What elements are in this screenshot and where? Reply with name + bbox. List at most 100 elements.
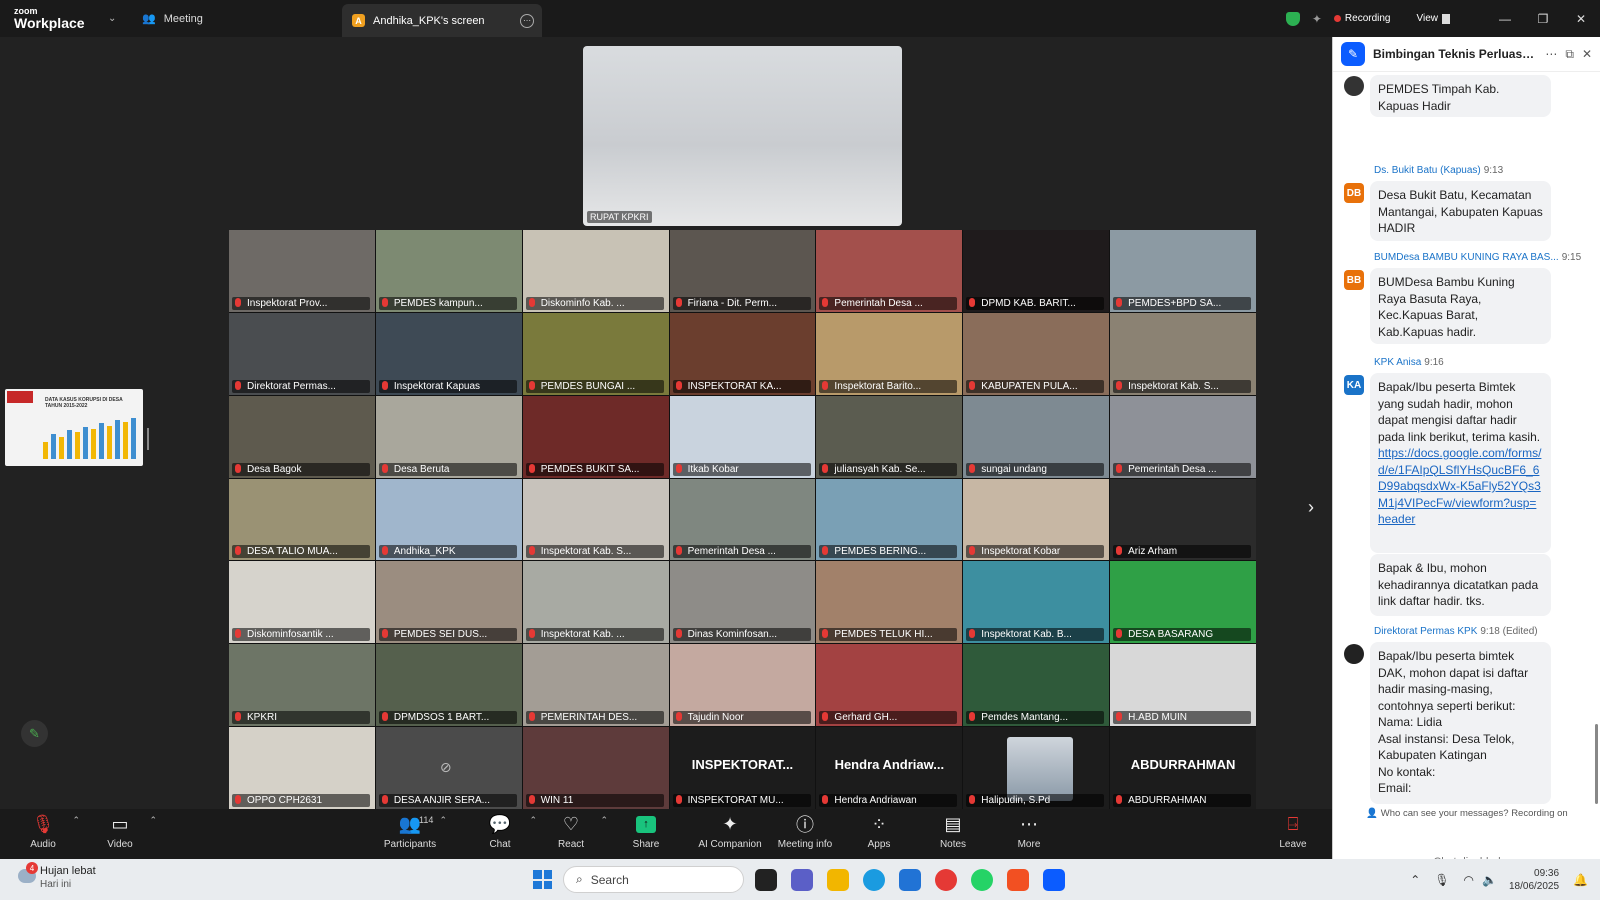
participant-tile[interactable]: Halipudin, S.Pd (963, 727, 1110, 809)
participant-tile[interactable]: Pemdes Mantang... (963, 644, 1110, 727)
ai-sparkle-icon[interactable]: ✦ (1312, 12, 1322, 26)
active-speaker-video[interactable]: RUPAT KPKRI (583, 46, 902, 226)
participant-tile[interactable]: Tajudin Noor (669, 644, 816, 727)
participant-tile[interactable]: Desa Bagok (229, 395, 375, 478)
participant-tile[interactable]: Andhika_KPK (375, 478, 522, 561)
participant-tile[interactable]: Hendra Andriaw... Hendra Andriawan (816, 727, 963, 809)
chat-edit-icon[interactable]: ✎ (1341, 42, 1365, 66)
participant-tile[interactable]: Inspektorat Prov... (229, 230, 375, 312)
participant-tile[interactable]: Itkab Kobar (669, 395, 816, 478)
participant-tile[interactable]: Inspektorat Kab. S... (1110, 312, 1256, 395)
participant-tile[interactable]: Direktorat Permas... (229, 312, 375, 395)
chevron-down-icon[interactable]: ⌄ (108, 13, 132, 24)
participant-tile[interactable]: PEMDES BUNGAI ... (522, 312, 669, 395)
chat-button[interactable]: 💬 Chat ⌃ (465, 809, 537, 851)
taskbar-search[interactable]: ⌕ Search (563, 866, 744, 893)
speaker-icon[interactable]: 🔈 (1482, 873, 1497, 887)
attendance-form-link[interactable]: https://docs.google.com/forms/d/e/1FAIpQ… (1378, 446, 1541, 526)
participant-tile[interactable]: PEMDES TELUK HI... (816, 561, 963, 644)
microsoft-store-icon[interactable] (899, 869, 921, 891)
apps-button[interactable]: ⁘ Apps (844, 809, 914, 851)
participant-tile[interactable]: PEMDES SEI DUS... (375, 561, 522, 644)
who-can-see-notice[interactable]: 👤 Who can see your messages? Recording o… (1333, 808, 1600, 819)
tab-shared-screen[interactable]: A Andhika_KPK's screen ⋯ (342, 3, 542, 38)
participant-tile[interactable]: PEMERINTAH DES... (522, 644, 669, 727)
view-layout-icon[interactable] (1442, 13, 1450, 24)
participant-tile[interactable]: Pemerintah Desa ... (669, 478, 816, 561)
participant-tile[interactable]: H.ABD MUIN (1110, 644, 1256, 727)
task-view-icon[interactable] (755, 869, 777, 891)
restore-icon[interactable]: ❐ (1524, 12, 1562, 26)
more-icon[interactable]: ⋯ (520, 13, 534, 28)
chevron-up-icon[interactable]: ⌃ (72, 815, 80, 826)
notification-bell-icon[interactable]: 🔔 (1573, 873, 1588, 887)
chevron-up-icon[interactable]: ⌃ (600, 815, 608, 826)
zoom-app-icon[interactable] (1043, 869, 1065, 891)
app-red-icon[interactable] (935, 869, 957, 891)
chat-messages[interactable]: PEMDES Timpah Kab. Kapuas Hadir Ds. Buki… (1333, 73, 1600, 806)
whatsapp-icon[interactable] (971, 869, 993, 891)
video-button[interactable]: ▭ Video ⌃ (85, 809, 157, 851)
shared-screen-thumbnail[interactable]: DATA KASUS KORUPSI DI DESA TAHUN 2015-20… (5, 389, 143, 466)
pop-out-icon[interactable]: ⧉ (1565, 47, 1574, 62)
participant-tile[interactable]: Firiana - Dit. Perm... (669, 230, 816, 312)
audio-button[interactable]: 🎙 Audio ⌃ (8, 809, 80, 851)
tab-meeting[interactable]: 👥 Meeting (132, 0, 342, 37)
participant-tile[interactable]: KPKRI (229, 644, 375, 727)
participant-tile[interactable]: Pemerintah Desa ... (816, 230, 963, 312)
participant-tile[interactable]: Desa Beruta (375, 395, 522, 478)
participant-tile[interactable]: OPPO CPH2631 (229, 727, 375, 809)
close-icon[interactable]: ✕ (1562, 12, 1600, 26)
participant-tile[interactable]: KABUPATEN PULA... (963, 312, 1110, 395)
wps-office-icon[interactable] (1007, 869, 1029, 891)
chevron-up-icon[interactable]: ⌃ (439, 815, 447, 826)
windows-start-icon[interactable] (533, 870, 552, 889)
microphone-icon[interactable]: 🎙 (1434, 873, 1449, 887)
chevron-up-icon[interactable]: ⌃ (149, 815, 157, 826)
participant-tile[interactable]: Inspektorat Kapuas (375, 312, 522, 395)
participant-tile[interactable]: INSPEKTORAT KA... (669, 312, 816, 395)
participant-tile[interactable]: INSPEKTORAT... INSPEKTORAT MU... (669, 727, 816, 809)
participant-tile[interactable]: DPMD KAB. BARIT... (963, 230, 1110, 312)
teams-icon[interactable] (791, 869, 813, 891)
leave-button[interactable]: ⍈ Leave (1258, 809, 1328, 851)
participant-tile[interactable]: PEMDES BERING... (816, 478, 963, 561)
participant-tile[interactable]: WIN 11 (522, 727, 669, 809)
participants-button[interactable]: 👥 114 Participants ⌃ (375, 809, 447, 851)
meeting-info-button[interactable]: ⓘ Meeting info (770, 809, 840, 850)
ai-companion-button[interactable]: ✦ AI Companion (690, 809, 770, 851)
security-shield-icon[interactable] (1285, 11, 1300, 26)
view-button[interactable]: View (1417, 13, 1439, 24)
participant-tile[interactable]: DPMDSOS 1 BART... (375, 644, 522, 727)
thumbnail-resize-handle[interactable] (147, 428, 149, 450)
next-page-icon[interactable]: › (1308, 497, 1314, 518)
more-icon[interactable]: ⋯ (1545, 47, 1557, 61)
system-clock[interactable]: 09:36 18/06/2025 (1509, 867, 1559, 893)
participant-tile[interactable]: DESA BASARANG (1110, 561, 1256, 644)
participant-tile[interactable]: ABDURRAHMAN ABDURRAHMAN (1110, 727, 1256, 809)
edge-browser-icon[interactable] (863, 869, 885, 891)
notes-button[interactable]: ▤ Notes (918, 809, 988, 851)
participant-tile[interactable]: Diskominfo Kab. ... (522, 230, 669, 312)
react-button[interactable]: ♡ React ⌃ (536, 809, 608, 851)
participant-tile[interactable]: Inspektorat Barito... (816, 312, 963, 395)
participant-tile[interactable]: Dinas Kominfosan... (669, 561, 816, 644)
participant-tile[interactable]: DESA TALIO MUA... (229, 478, 375, 561)
share-button[interactable]: ↑ Share (611, 809, 681, 850)
participant-tile[interactable]: Gerhard GH... (816, 644, 963, 727)
participant-tile[interactable]: PEMDES BUKIT SA... (522, 395, 669, 478)
participant-tile[interactable]: sungai undang (963, 395, 1110, 478)
more-button[interactable]: ⋯ More (994, 809, 1064, 851)
participant-tile[interactable]: Inspektorat Kobar (963, 478, 1110, 561)
participant-tile[interactable]: Inspektorat Kab. S... (522, 478, 669, 561)
participant-tile[interactable]: Inspektorat Kab. B... (963, 561, 1110, 644)
participant-tile[interactable]: Diskominfosantik ... (229, 561, 375, 644)
participant-tile[interactable]: ⊘ DESA ANJIR SERA... (375, 727, 522, 809)
recording-status[interactable]: Recording (1345, 13, 1391, 24)
zoom-workplace-logo[interactable]: zoom Workplace (0, 7, 120, 31)
close-icon[interactable]: ✕ (1582, 47, 1592, 61)
participant-tile[interactable]: PEMDES kampun... (375, 230, 522, 312)
minimize-icon[interactable]: — (1486, 12, 1524, 26)
chevron-up-icon[interactable]: ⌃ (1410, 873, 1420, 887)
participant-tile[interactable]: Pemerintah Desa ... (1110, 395, 1256, 478)
